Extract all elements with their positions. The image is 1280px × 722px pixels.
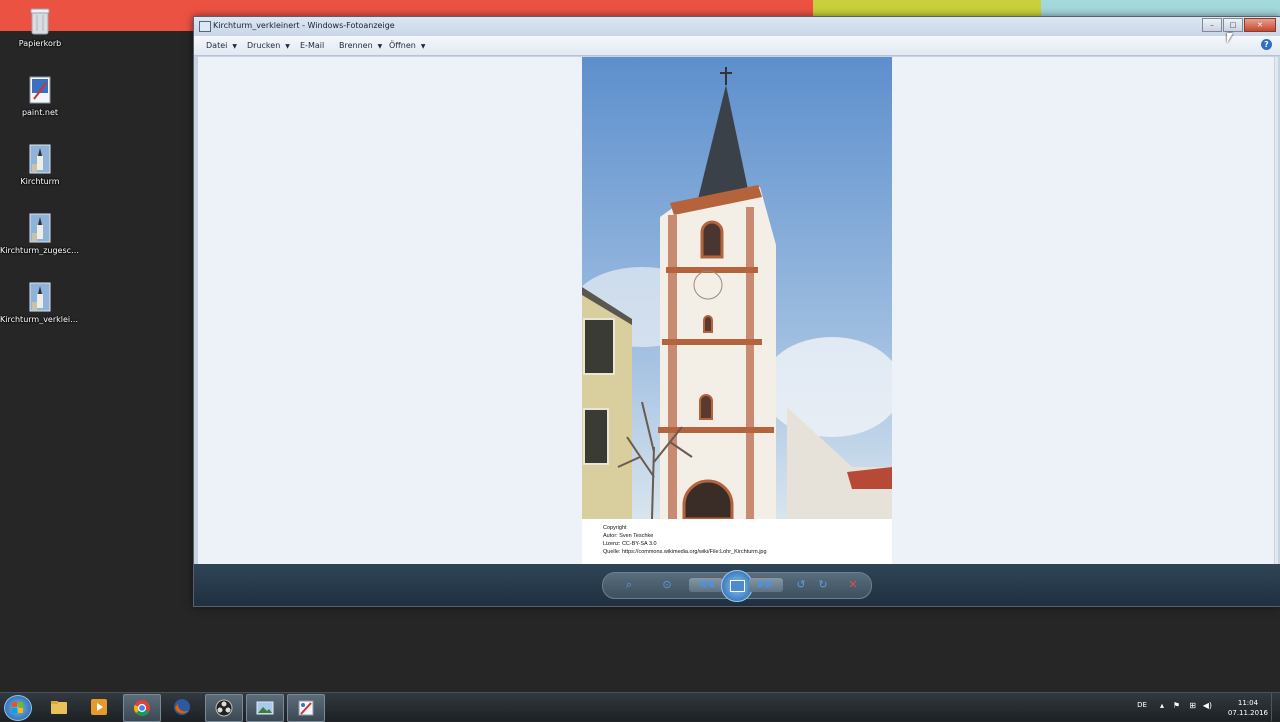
- window-titlebar[interactable]: Kirchturm_verkleinert - Windows-Fotoanze…: [194, 17, 1280, 36]
- desktop-icon-label: Papierkorb: [18, 39, 62, 48]
- previous-icon: ◀◀: [698, 579, 714, 590]
- delete-icon[interactable]: ✕: [845, 578, 861, 592]
- menu-label: Datei: [206, 41, 228, 50]
- displayed-photo: Copyright Autor: Sven Teschke Lizenz: CC…: [582, 57, 892, 564]
- chevron-down-icon: ▼: [232, 43, 237, 50]
- previous-button[interactable]: ◀◀: [689, 578, 723, 592]
- viewer-control-bar: ⌕ ⊙ ◀◀ ▶▶ ↺ ↻ ✕: [194, 564, 1280, 606]
- chevron-down-icon: ▼: [420, 43, 426, 50]
- taskbar-clock[interactable]: 11:04 07.11.2016: [1228, 698, 1268, 718]
- system-tray: DE ▴ ⚑ ⊞ ◀) 11:04 07.11.2016: [1120, 693, 1280, 721]
- magnifier-icon[interactable]: ⌕: [621, 578, 637, 592]
- menu-oeffnen[interactable]: Öffnen ▼: [389, 41, 426, 50]
- desktop-icon-kirchturm[interactable]: Kirchturm: [0, 144, 80, 186]
- maximize-button[interactable]: □: [1223, 18, 1243, 32]
- desktop-icon-kirchturm-zugeschnitten[interactable]: Kirchturm_zugesch...: [0, 213, 80, 255]
- taskbar-app-firefox[interactable]: [164, 694, 200, 720]
- desktop-icon-kirchturm-verkleinert[interactable]: Kirchturm_verkleinert: [0, 282, 80, 324]
- desktop-icon-papierkorb[interactable]: Papierkorb: [0, 6, 80, 48]
- windows-logo-icon: [12, 702, 23, 713]
- media-player-icon: [91, 699, 107, 715]
- menu-label: Brennen: [339, 41, 373, 50]
- taskbar-app-chrome[interactable]: [123, 694, 161, 722]
- image-file-icon: [29, 144, 51, 174]
- volume-icon[interactable]: ◀): [1203, 701, 1212, 710]
- caption-line: Quelle: https://commons.wikimedia.org/wi…: [603, 549, 767, 555]
- folder-icon: [51, 701, 67, 714]
- menu-label: E-Mail: [300, 41, 325, 50]
- next-icon: ▶▶: [758, 579, 774, 590]
- rotate-counterclockwise-icon[interactable]: ↺: [793, 578, 809, 592]
- photo-viewer-window: Kirchturm_verkleinert - Windows-Fotoanze…: [193, 16, 1280, 607]
- firefox-icon: [174, 699, 190, 715]
- clock-date: 07.11.2016: [1227, 709, 1268, 717]
- control-pill: ⌕ ⊙ ◀◀ ▶▶ ↺ ↻ ✕: [602, 570, 872, 602]
- taskbar-app-photo-viewer[interactable]: [246, 694, 284, 722]
- viewport-scrollbar[interactable]: [1275, 57, 1278, 564]
- next-button[interactable]: ▶▶: [749, 578, 783, 592]
- image-file-icon: [29, 282, 51, 312]
- paintnet-icon: [298, 700, 314, 716]
- clock-time: 11:04: [1237, 699, 1259, 707]
- minimize-button[interactable]: –: [1202, 18, 1222, 32]
- menu-brennen[interactable]: Brennen ▼: [339, 41, 382, 50]
- mouse-cursor: [1227, 33, 1233, 43]
- flag-icon[interactable]: ⚑: [1173, 701, 1180, 710]
- window-controls: – □ ✕: [1202, 18, 1276, 32]
- taskbar-app-media-player[interactable]: [81, 694, 117, 720]
- photo-viewer-icon: [256, 701, 274, 715]
- menu-bar: Datei ▼ Drucken ▼ E-Mail Brennen ▼ Öffnen ▼ …: [194, 36, 1280, 56]
- taskbar-app-obs[interactable]: [205, 694, 243, 722]
- photo-viewer-app-icon: [199, 21, 211, 32]
- chevron-down-icon: ▼: [377, 43, 383, 50]
- image-viewport[interactable]: Copyright Autor: Sven Teschke Lizenz: CC…: [198, 57, 1274, 564]
- desktop-icon-label: Kirchturm_zugesch...: [0, 246, 80, 255]
- slideshow-icon: [730, 580, 745, 592]
- chrome-icon: [134, 700, 150, 716]
- menu-email[interactable]: E-Mail: [300, 41, 324, 50]
- actual-size-icon[interactable]: ⊙: [659, 578, 675, 592]
- rotate-clockwise-icon[interactable]: ↻: [815, 578, 831, 592]
- caption-line: Copyright: [603, 525, 627, 531]
- copyright-caption: Copyright Autor: Sven Teschke Lizenz: CC…: [603, 524, 767, 556]
- desktop-icon-label: Kirchturm_verkleinert: [0, 315, 80, 324]
- recycle-bin-icon: [29, 6, 51, 36]
- language-indicator[interactable]: DE: [1137, 701, 1147, 709]
- menu-label: Drucken: [247, 41, 281, 50]
- window-title: Kirchturm_verkleinert - Windows-Fotoanze…: [213, 21, 395, 30]
- caption-line: Autor: Sven Teschke: [603, 533, 654, 539]
- close-button[interactable]: ✕: [1244, 18, 1276, 32]
- network-icon[interactable]: ⊞: [1189, 701, 1196, 710]
- caption-line: Lizenz: CC-BY-SA 3.0: [603, 541, 657, 547]
- menu-label: Öffnen: [389, 41, 416, 50]
- taskbar: DE ▴ ⚑ ⊞ ◀) 11:04 07.11.2016: [0, 692, 1280, 722]
- church-tower-photo: [582, 57, 892, 519]
- taskbar-app-explorer[interactable]: [41, 694, 77, 720]
- chevron-down-icon: ▼: [285, 43, 290, 50]
- taskbar-app-paintnet[interactable]: [287, 694, 325, 722]
- desktop-icon-label: paint.net: [21, 108, 59, 117]
- desktop-icon-paintnet[interactable]: paint.net: [0, 75, 80, 117]
- desktop-icon-label: Kirchturm: [20, 177, 60, 186]
- obs-icon: [215, 699, 233, 717]
- paintnet-icon: [29, 75, 51, 105]
- menu-drucken[interactable]: Drucken ▼: [247, 41, 290, 50]
- chevron-up-icon[interactable]: ▴: [1160, 701, 1164, 710]
- menu-datei[interactable]: Datei ▼: [206, 41, 237, 50]
- show-desktop-button[interactable]: [1271, 693, 1280, 721]
- image-file-icon: [29, 213, 51, 243]
- start-button[interactable]: [4, 695, 32, 721]
- help-icon[interactable]: ?: [1261, 39, 1272, 50]
